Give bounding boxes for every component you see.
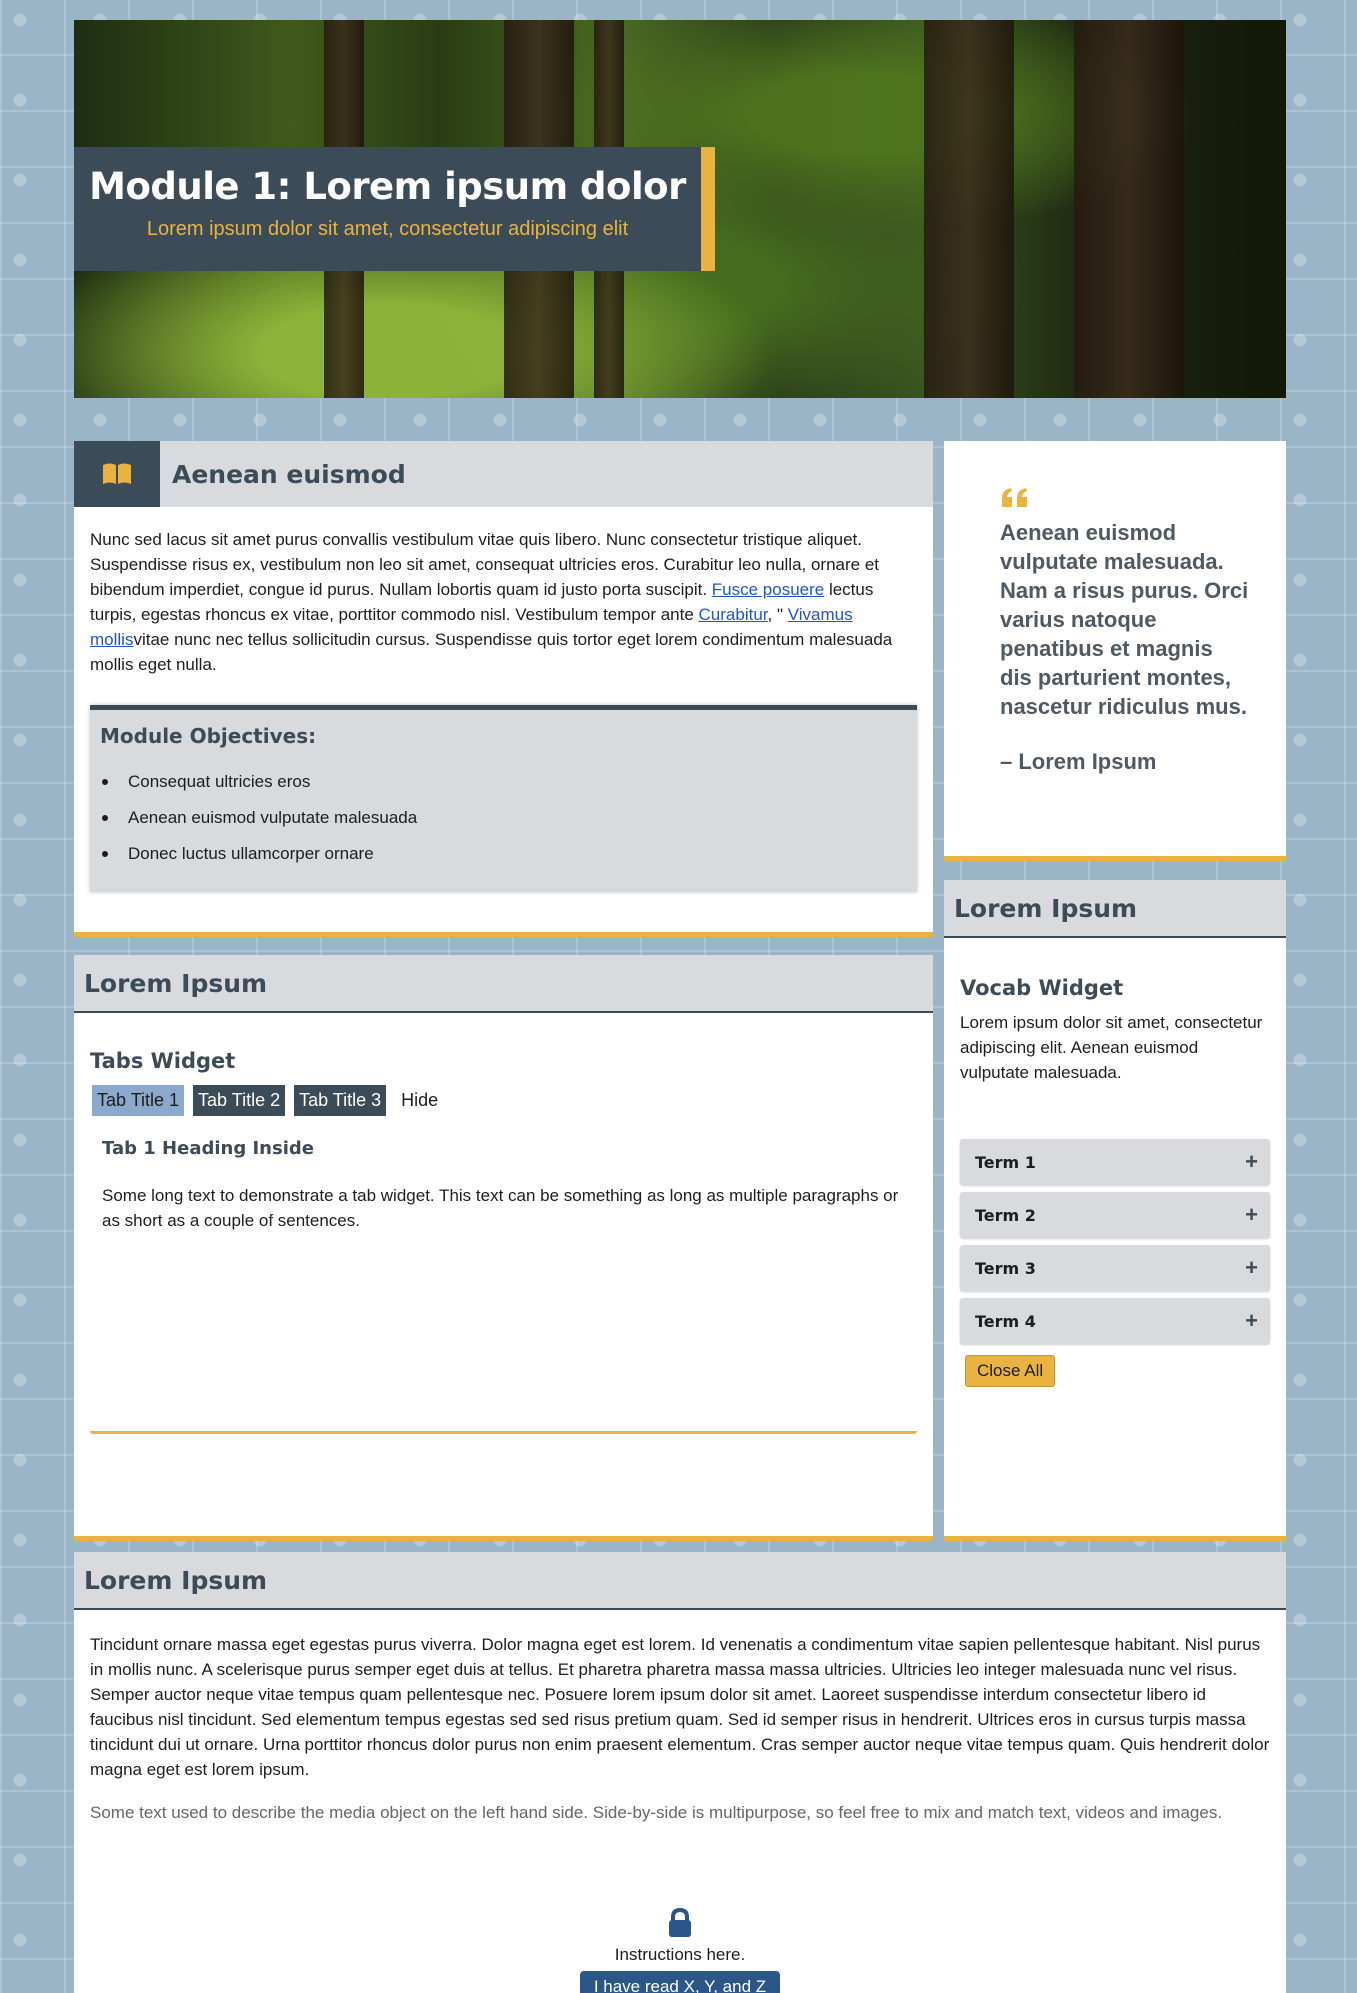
plus-icon: + [1245,1308,1258,1333]
term-label: Term 1 [975,1152,1036,1172]
quote-panel: Aenean euismod vulputate malesuada. Nam … [944,441,1286,861]
plus-icon: + [1245,1202,1258,1227]
term-item-1[interactable]: Term 1 + [960,1139,1270,1185]
list-item: Consequat ultricies eros [100,764,907,800]
open-book-icon [103,463,131,484]
plus-icon: + [1245,1255,1258,1280]
tab-title-3[interactable]: Tab Title 3 [294,1085,387,1116]
tab-content-border [90,1431,917,1434]
hide-tabs-button[interactable]: Hide [395,1085,444,1116]
page-subtitle: Lorem ipsum dolor sit amet, consectetur … [146,218,629,240]
quote-author: – Lorem Ipsum [1000,749,1157,774]
acknowledge-button[interactable]: I have read X, Y, and Z [579,1971,781,1993]
fusce-posuere-link[interactable]: Fusce posuere [712,580,824,599]
plus-icon: + [1245,1149,1258,1174]
term-item-3[interactable]: Term 3 + [960,1245,1270,1291]
hero-banner-image: Module 1: Lorem ipsum dolor Lorem ipsum … [74,20,1286,398]
quote-text: Aenean euismod vulputate malesuada. Nam … [1000,520,1249,719]
page-title: Module 1: Lorem ipsum dolor [89,165,686,208]
term-label: Term 3 [975,1258,1036,1278]
section-heading: Aenean euismod [172,459,406,489]
vocab-panel: Lorem Ipsum Vocab Widget Lorem ipsum dol… [944,880,1286,1541]
quote-icon [1002,488,1027,507]
media-caption: Some text used to describe the media obj… [90,1803,1223,1822]
module-objectives-box: Module Objectives: Consequat ultricies e… [90,705,917,892]
panel-header: Lorem Ipsum [74,955,933,1013]
tab-content-text: Some long text to demonstrate a tab widg… [102,1186,899,1230]
section-heading: Lorem Ipsum [84,1565,268,1595]
tree-trunk [1074,20,1184,398]
objectives-title: Module Objectives: [100,724,317,748]
lock-icon [669,1907,691,1937]
close-all-button[interactable]: Close All [965,1355,1056,1387]
tab-bar: Tab Title 1 Tab Title 2 Tab Title 3 Hide [90,1085,917,1116]
term-item-2[interactable]: Term 2 + [960,1192,1270,1238]
section-heading: Lorem Ipsum [954,893,1138,923]
objectives-list: Consequat ultricies eros Aenean euismod … [100,764,907,872]
tabs-widget: Tabs Widget Tab Title 1 Tab Title 2 Tab … [74,1013,933,1233]
bottom-paragraph: Tincidunt ornare massa eget egestas puru… [90,1635,1270,1779]
tab-title-1[interactable]: Tab Title 1 [92,1085,185,1116]
instructions-text: Instructions here. [614,1945,746,1964]
tab-content-heading: Tab 1 Heading Inside [102,1138,314,1159]
widget-title: Vocab Widget [960,976,1124,1000]
curabitur-link[interactable]: Curabitur [699,605,768,624]
lock-area: Instructions here. I have read X, Y, and… [74,1907,1286,1993]
vocab-widget: Vocab Widget Lorem ipsum dolor sit amet,… [944,938,1286,1387]
paragraph-text: vitae nunc nec tellus sollicitudin cursu… [90,630,893,674]
terms-accordion: Term 1 + Term 2 + Term 3 + Term 4 + [960,1139,1270,1344]
widget-title: Tabs Widget [90,1049,236,1073]
book-icon-box [74,441,160,507]
section-heading: Lorem Ipsum [84,968,268,998]
hero-title-box: Module 1: Lorem ipsum dolor Lorem ipsum … [74,147,715,271]
panel-header: Lorem Ipsum [944,880,1286,938]
term-label: Term 2 [975,1205,1036,1225]
panel-header: Lorem Ipsum [74,1552,1286,1610]
tree-trunk [924,20,1014,398]
list-item: Aenean euismod vulputate malesuada [100,800,907,836]
bottom-panel: Lorem Ipsum Tincidunt ornare massa eget … [74,1552,1286,1993]
aenean-panel: Aenean euismod Nunc sed lacus sit amet p… [74,441,933,937]
tabs-panel: Lorem Ipsum Tabs Widget Tab Title 1 Tab … [74,955,933,1541]
aenean-header: Aenean euismod [74,441,933,507]
tab-content: Tab 1 Heading Inside Some long text to d… [90,1116,917,1233]
aenean-paragraph: Nunc sed lacus sit amet purus convallis … [74,507,933,677]
tab-title-2[interactable]: Tab Title 2 [193,1085,286,1116]
term-item-4[interactable]: Term 4 + [960,1298,1270,1344]
vocab-description: Lorem ipsum dolor sit amet, consectetur … [960,1013,1263,1082]
term-label: Term 4 [975,1311,1036,1331]
paragraph-text: , " [767,605,788,624]
list-item: Donec luctus ullamcorper ornare [100,836,907,872]
